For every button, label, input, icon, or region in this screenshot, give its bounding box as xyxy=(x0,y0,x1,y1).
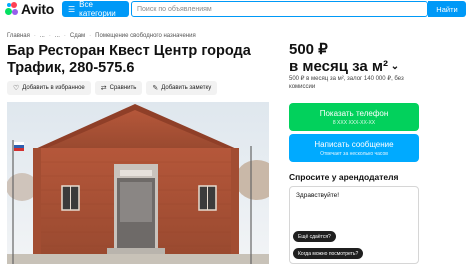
logo-text: Avito xyxy=(21,1,54,17)
price-value: 500 ₽ xyxy=(289,41,328,58)
compare-label: Сравнить xyxy=(109,85,137,91)
avito-logo[interactable]: Avito xyxy=(5,1,54,17)
write-message-label: Написать сообщение xyxy=(314,139,394,149)
add-to-favorites-button[interactable]: ♡ Добавить в избранное xyxy=(7,81,91,95)
menu-icon: ☰ xyxy=(68,4,76,14)
add-note-button[interactable]: ✎ Добавить заметку xyxy=(146,81,218,95)
note-icon: ✎ xyxy=(152,85,159,92)
price-period: в месяц за м² ⌄ xyxy=(289,58,399,75)
heart-icon: ♡ xyxy=(13,85,20,92)
price-per-label: в месяц за м² xyxy=(289,58,388,75)
logo-dots-icon xyxy=(5,2,19,16)
phone-masked: 8 XXX XXX-XX-XX xyxy=(332,119,376,126)
breadcrumb: Главная · ... · ... · Сдам · Помещение с… xyxy=(7,33,196,39)
write-message-button[interactable]: Написать сообщение Отвечает за несколько… xyxy=(289,134,419,162)
breadcrumb-separator: · xyxy=(63,33,66,39)
breadcrumb-item[interactable]: ... xyxy=(40,33,45,39)
price-details: 500 ₽ в месяц за м², залог 140 000 ₽, бе… xyxy=(289,76,404,90)
top-bar: Avito ☰ Все категории Поиск по объявлени… xyxy=(0,0,468,19)
watermark-logo: Omsk.ru xyxy=(296,206,399,236)
breadcrumb-item[interactable]: Главная xyxy=(7,33,30,39)
building-photo-image xyxy=(7,102,269,264)
search-button[interactable]: Найти xyxy=(428,1,466,17)
search-input[interactable]: Поиск по объявлениям xyxy=(131,1,428,17)
page-title: Бар Ресторан Квест Центр города Трафик, … xyxy=(7,43,251,76)
add-note-label: Добавить заметку xyxy=(161,85,212,91)
search-placeholder: Поиск по объявлениям xyxy=(137,5,212,13)
listing-actions: ♡ Добавить в избранное ⇄ Сравнить ✎ Доба… xyxy=(7,81,218,95)
ask-input-value: Здравствуйте! xyxy=(296,192,340,199)
all-categories-button[interactable]: ☰ Все категории xyxy=(62,0,129,18)
ask-seller-title: Спросите у арендодателя xyxy=(289,172,399,182)
quick-question-chip[interactable]: Когда можно посмотреть? xyxy=(293,248,364,259)
response-time: Отвечает за несколько часов xyxy=(320,150,388,157)
compare-button[interactable]: ⇄ Сравнить xyxy=(94,81,143,95)
listing-photo[interactable] xyxy=(7,102,269,264)
price-block: 500 ₽ в месяц за м² ⌄ xyxy=(289,41,399,75)
add-to-favorites-label: Добавить в избранное xyxy=(22,85,85,91)
compare-icon: ⇄ xyxy=(100,85,107,92)
chevron-down-icon[interactable]: ⌄ xyxy=(388,61,399,72)
breadcrumb-separator: · xyxy=(33,33,36,39)
breadcrumb-separator: · xyxy=(48,33,51,39)
show-phone-button[interactable]: Показать телефон 8 XXX XXX-XX-XX xyxy=(289,103,419,131)
show-phone-label: Показать телефон xyxy=(319,108,389,118)
breadcrumb-item[interactable]: Сдам xyxy=(70,33,85,39)
all-categories-label: Все категории xyxy=(79,0,116,18)
breadcrumb-item[interactable]: ... xyxy=(55,33,60,39)
breadcrumb-separator: · xyxy=(89,33,92,39)
breadcrumb-item[interactable]: Помещение свободного назначения xyxy=(95,33,196,39)
